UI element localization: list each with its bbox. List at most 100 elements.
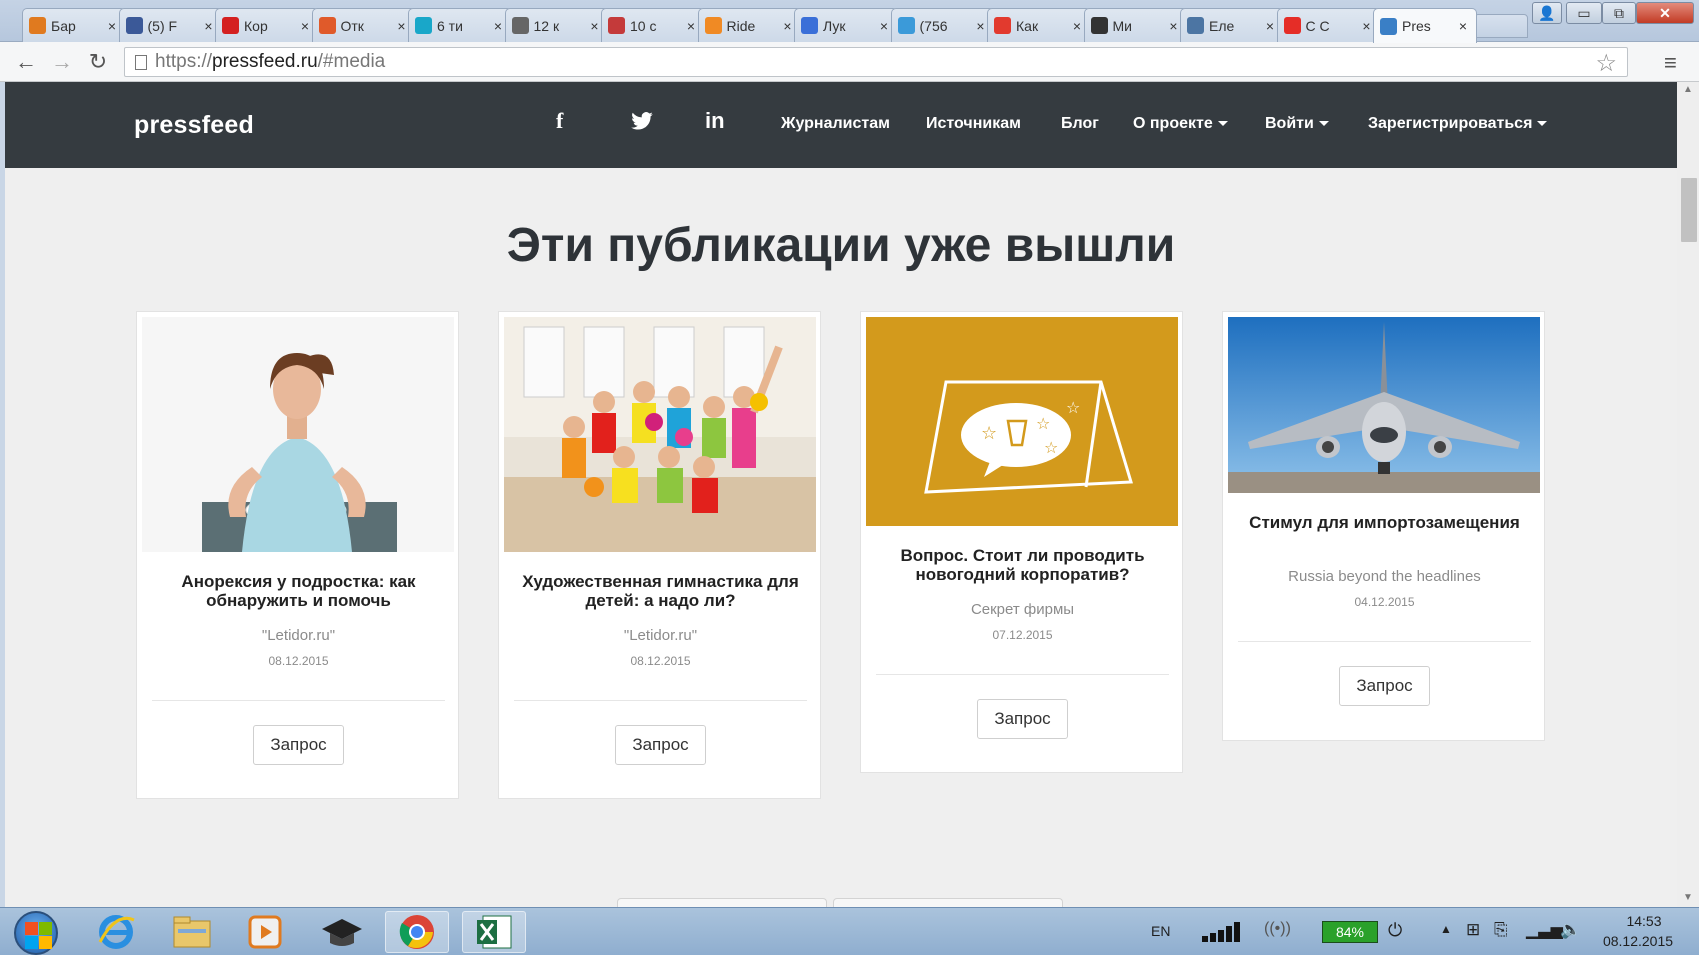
browser-tab-strip: Бар × (5) F × Кор × Отк × 6 ти × 12 к × 10 с × Ride × Лу… (0, 0, 1699, 43)
tab-close-icon[interactable]: × (1070, 18, 1084, 34)
tab-close-icon[interactable]: × (684, 18, 698, 34)
request-button[interactable]: Запрос (253, 725, 344, 765)
signal-bars-icon[interactable] (1202, 922, 1242, 947)
volume-icon[interactable]: 🔈 (1560, 920, 1581, 940)
browser-tab[interactable]: Бар × (22, 8, 126, 42)
publication-card: Художественная гимнастика для детей: а н… (498, 311, 821, 799)
url-text: https://pressfeed.ru/#media (155, 51, 386, 72)
clock-date[interactable]: 08.12.2015 (1598, 933, 1678, 949)
card-image-party-illustration[interactable]: ☆ ☆ ☆ ☆ (866, 317, 1178, 526)
request-button[interactable]: Запрос (977, 699, 1068, 739)
tab-close-icon[interactable]: × (1167, 18, 1181, 34)
tab-close-icon[interactable]: × (877, 18, 891, 34)
tray-expand-icon[interactable]: ▲ (1440, 922, 1452, 936)
address-bar[interactable]: https://pressfeed.ru/#media ☆ (124, 47, 1628, 77)
request-button[interactable]: Запрос (615, 725, 706, 765)
browser-tab[interactable]: Pres × (1373, 8, 1477, 43)
nav-journalists[interactable]: Журналистам (781, 115, 890, 133)
tab-close-icon[interactable]: × (781, 18, 795, 34)
media-player-icon[interactable] (233, 911, 297, 953)
bookmark-star-icon[interactable]: ☆ (1595, 49, 1617, 78)
browser-menu-icon[interactable]: ≡ (1664, 50, 1688, 75)
section-tab[interactable] (617, 898, 827, 907)
page-scrollbar[interactable]: ▲ ▼ (1677, 82, 1699, 907)
twitter-icon[interactable] (631, 112, 653, 135)
browser-tab[interactable]: 10 с × (601, 8, 705, 42)
tab-close-icon[interactable]: × (974, 18, 988, 34)
tab-close-icon[interactable]: × (1263, 18, 1277, 34)
card-title[interactable]: Анорексия у подростка: как обнаружить и … (147, 572, 450, 610)
svg-text:☆: ☆ (981, 423, 997, 444)
nav-login-dropdown[interactable]: Войти (1265, 115, 1329, 133)
tab-title: Ride (726, 17, 756, 34)
reload-button[interactable]: ↻ (84, 48, 112, 76)
browser-tab[interactable]: C C × (1276, 8, 1381, 42)
excel-icon[interactable] (462, 911, 526, 953)
nav-about-dropdown[interactable]: О проекте (1133, 115, 1228, 133)
svg-text:☆: ☆ (1066, 398, 1080, 417)
tab-close-icon[interactable]: × (588, 18, 602, 34)
browser-tab[interactable]: Отк × (311, 8, 416, 42)
card-image-girl-plate[interactable] (142, 317, 454, 552)
facebook-icon[interactable]: f (556, 108, 563, 134)
tab-close-icon[interactable]: × (202, 18, 216, 34)
nav-blog[interactable]: Блог (1061, 115, 1099, 133)
back-button[interactable]: ← (12, 48, 40, 76)
windows-flag-icon[interactable]: ⊞ (1466, 920, 1480, 940)
section-tab[interactable] (833, 898, 1063, 907)
nav-sources[interactable]: Источникам (926, 115, 1021, 133)
browser-tab[interactable]: (5) F × (118, 8, 223, 42)
request-button[interactable]: Запрос (1339, 666, 1430, 706)
tab-close-icon[interactable]: × (491, 18, 505, 34)
tab-title: Pres (1402, 18, 1431, 34)
power-plug-icon[interactable]: ⏻ (1388, 920, 1402, 941)
card-source: "Letidor.ru" (261, 627, 336, 644)
browser-tab[interactable]: Ride × (697, 8, 802, 42)
tab-close-icon[interactable]: × (1456, 18, 1470, 34)
nav-register-dropdown[interactable]: Зарегистрироваться (1368, 115, 1548, 133)
r-icon (608, 17, 625, 34)
browser-tab[interactable]: Кор × (215, 8, 319, 42)
user-icon[interactable]: 👤 (1532, 2, 1562, 24)
clock-time[interactable]: 14:53 (1612, 913, 1676, 929)
browser-tab[interactable]: Как × (987, 8, 1091, 42)
network-icon[interactable]: ⎘ (1494, 920, 1508, 940)
pf-icon (1380, 17, 1397, 35)
close-window-button[interactable]: ✕ (1636, 2, 1694, 24)
browser-tab[interactable]: Ми × (1083, 8, 1188, 42)
site-logo[interactable]: pressfeed (134, 111, 254, 140)
minimize-button[interactable]: ▭ (1566, 2, 1602, 24)
graduation-cap-icon[interactable] (310, 911, 374, 953)
chrome-icon[interactable] (385, 911, 449, 953)
new-tab-button[interactable] (1474, 14, 1528, 38)
scroll-up-icon[interactable]: ▲ (1683, 84, 1693, 95)
card-image-airplane[interactable] (1228, 317, 1540, 493)
file-explorer-icon[interactable] (160, 911, 224, 953)
scroll-thumb[interactable] (1681, 178, 1697, 242)
browser-tab[interactable]: Лук × (794, 8, 898, 42)
language-indicator[interactable]: EN (1151, 923, 1170, 939)
browser-tab[interactable]: Еле × (1180, 8, 1284, 42)
battery-indicator[interactable]: 84% (1322, 921, 1378, 943)
card-title[interactable]: Вопрос. Стоит ли проводить новогодний ко… (871, 546, 1174, 584)
browser-tab[interactable]: 6 ти × (408, 8, 512, 42)
wireless-icon[interactable]: ((•)) (1264, 920, 1291, 938)
card-image-gymnastics[interactable] (504, 317, 816, 552)
start-button[interactable] (14, 911, 58, 955)
browser-tab[interactable]: 12 к × (504, 8, 609, 42)
maximize-button[interactable]: ⧉ (1602, 2, 1636, 24)
internet-explorer-icon[interactable] (84, 911, 148, 953)
browser-tab[interactable]: (756 × (890, 8, 995, 42)
wifi-icon[interactable]: ▁▃▅ (1526, 920, 1563, 940)
battery-percent: 84% (1335, 924, 1365, 940)
tab-close-icon[interactable]: × (298, 18, 312, 34)
scroll-down-icon[interactable]: ▼ (1683, 892, 1693, 903)
card-title[interactable]: Стимул для импортозамещения (1233, 513, 1536, 532)
tab-close-icon[interactable]: × (1360, 18, 1374, 34)
linkedin-icon[interactable]: in (705, 108, 725, 134)
tab-title: Лук (823, 17, 846, 34)
tab-close-icon[interactable]: × (105, 18, 119, 34)
tab-close-icon[interactable]: × (395, 18, 409, 34)
card-title[interactable]: Художественная гимнастика для детей: а н… (509, 572, 812, 610)
forward-button[interactable]: → (48, 48, 76, 76)
